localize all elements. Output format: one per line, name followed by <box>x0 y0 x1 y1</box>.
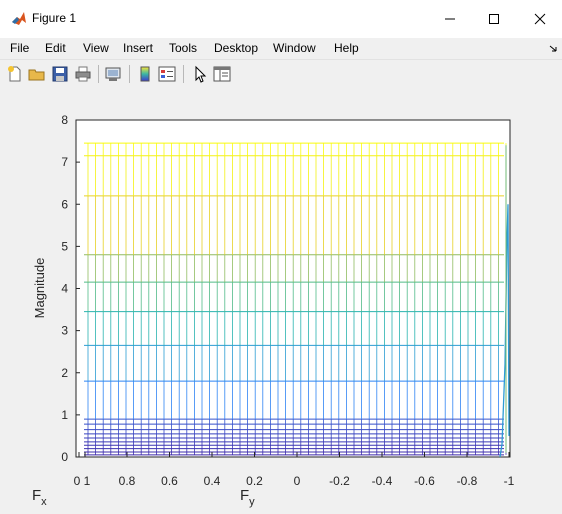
menu-insert[interactable]: Insert <box>123 41 153 55</box>
plot-area[interactable]: 012345678 0 1 0.8 0.6 0.4 0.2 0 -0.2 -0.4 -0.6 -0.… <box>0 88 562 511</box>
toolbar-separator <box>98 65 99 83</box>
y-tick-label: 8 <box>61 113 68 127</box>
x-tick-label: 0.8 <box>119 474 136 488</box>
y-tick-label: 3 <box>61 324 68 338</box>
print-icon[interactable] <box>74 65 92 83</box>
x-tick-label: -0.2 <box>329 474 350 488</box>
toolbar-separator <box>183 65 184 83</box>
menu-window[interactable]: Window <box>273 41 316 55</box>
x-axis-label-fx: Fx <box>32 487 47 508</box>
y-tick-label: 7 <box>61 155 68 169</box>
title-bar: Figure 1 <box>0 0 562 38</box>
open-file-icon[interactable] <box>28 65 46 83</box>
close-button[interactable] <box>517 0 562 38</box>
menu-file[interactable]: File <box>10 41 29 55</box>
insert-colorbar-icon[interactable] <box>136 65 154 83</box>
insert-legend-icon[interactable] <box>158 65 176 83</box>
y-tick-label: 1 <box>61 408 68 422</box>
x-tick-label: -0.6 <box>414 474 435 488</box>
maximize-icon <box>489 14 499 24</box>
minimize-button[interactable] <box>427 0 473 38</box>
menu-view[interactable]: View <box>83 41 109 55</box>
matlab-logo-icon <box>12 12 26 25</box>
x-tick-label: 0.2 <box>246 474 263 488</box>
x-tick-label: 0 <box>294 474 301 488</box>
x-tick-label: -0.8 <box>457 474 478 488</box>
x-tick-label: 1 <box>84 474 91 488</box>
edit-plot-icon[interactable] <box>191 65 209 83</box>
menu-bar: File Edit View Insert Tools Desktop Wind… <box>0 38 562 58</box>
x-tick-label: 0 <box>74 474 81 488</box>
toolbar-separator <box>129 65 130 83</box>
y-tick-label: 6 <box>61 197 68 211</box>
y-tick-label: 4 <box>61 282 68 296</box>
figure-toolbar <box>0 59 562 89</box>
figure-canvas: 012345678 0 1 0.8 0.6 0.4 0.2 0 -0.2 -0.4 -0.6 -0.… <box>0 88 562 511</box>
menu-help[interactable]: Help <box>334 41 359 55</box>
maximize-button[interactable] <box>471 0 517 38</box>
window-title: Figure 1 <box>32 11 77 25</box>
y-tick-label: 0 <box>61 450 68 464</box>
menu-tools[interactable]: Tools <box>169 41 197 55</box>
y-axis-label: Magnitude <box>32 258 47 319</box>
dock-arrow-icon[interactable] <box>549 43 559 53</box>
x-tick-label: 0.6 <box>161 474 178 488</box>
property-inspector-icon[interactable] <box>213 65 231 83</box>
menu-edit[interactable]: Edit <box>45 41 66 55</box>
save-icon[interactable] <box>51 65 69 83</box>
y-tick-label: 2 <box>61 366 68 380</box>
x-tick-label: 0.4 <box>204 474 221 488</box>
minimize-icon <box>445 18 455 20</box>
x-tick-label: -0.4 <box>372 474 393 488</box>
x-axis-label-fy: Fy <box>240 487 255 508</box>
close-icon <box>534 13 546 25</box>
link-plot-icon[interactable] <box>104 65 122 83</box>
menu-desktop[interactable]: Desktop <box>214 41 258 55</box>
y-tick-label: 5 <box>61 239 68 253</box>
new-figure-icon[interactable] <box>6 65 24 83</box>
x-tick-label: -1 <box>504 474 515 488</box>
